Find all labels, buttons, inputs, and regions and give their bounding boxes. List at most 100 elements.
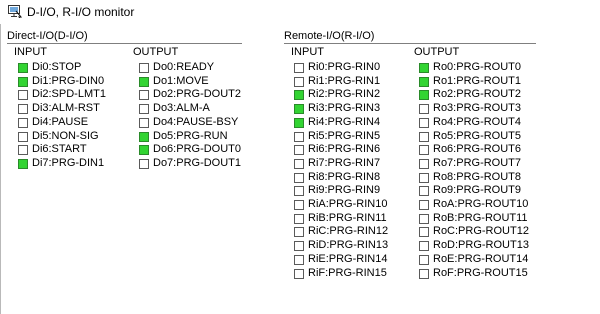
- remote-input-label: Ri8:PRG-RIN8: [308, 170, 381, 183]
- direct-output-indicator: [139, 131, 149, 142]
- title-bar: D-I/O, R-I/O monitor: [0, 0, 600, 24]
- remote-input-label: Ri5:PRG-RIN5: [308, 129, 381, 142]
- remote-output-label: Ro9:PRG-ROUT9: [433, 184, 522, 197]
- remote-input-label: Ri1:PRG-RIN1: [308, 74, 381, 87]
- remote-output-label: RoA:PRG-ROUT10: [433, 198, 529, 210]
- remote-output-indicator: [419, 241, 429, 252]
- remote-output-label: RoF:PRG-ROUT15: [433, 266, 528, 279]
- direct-output-indicator: [139, 90, 149, 101]
- remote-input-indicator: [294, 158, 304, 169]
- remote-output-indicator: [419, 63, 429, 73]
- remote-output-label: Ro8:PRG-ROUT8: [433, 170, 522, 183]
- direct-input-indicator: [18, 117, 28, 128]
- remote-input-label: Ri2:PRG-RIN2: [308, 88, 381, 101]
- remote-input-label: RiD:PRG-RIN13: [308, 239, 389, 252]
- remote-output-indicator: [419, 172, 429, 183]
- direct-output-label: Do0:READY: [153, 61, 215, 73]
- remote-input-label: RiE:PRG-RIN14: [308, 252, 388, 265]
- remote-output-label: Ro2:PRG-ROUT2: [433, 88, 522, 101]
- remote-input-indicator: [294, 254, 304, 265]
- remote-input-indicator: [294, 90, 304, 101]
- remote-output-indicator: [419, 186, 429, 197]
- direct-input-indicator: [18, 63, 28, 73]
- remote-output-indicator: [419, 268, 429, 279]
- remote-input-label: Ri4:PRG-RIN4: [308, 115, 381, 128]
- remote-input-label: Ri0:PRG-RIN0: [308, 61, 381, 73]
- direct-input-label: Di4:PAUSE: [32, 115, 89, 128]
- remote-output-indicator: [419, 158, 429, 169]
- direct-io-divider: [7, 43, 242, 44]
- remote-input-indicator: [294, 186, 304, 197]
- direct-input-label: Di5:NON-SIG: [32, 129, 99, 142]
- direct-output-label: Do4:PAUSE-BSY: [153, 115, 239, 128]
- direct-input-label: Di0:STOP: [32, 61, 82, 73]
- remote-input-indicator: [294, 131, 304, 142]
- remote-output-indicator: [419, 90, 429, 101]
- direct-input-indicator: [18, 104, 28, 115]
- remote-input-label: RiA:PRG-RIN10: [308, 198, 388, 210]
- remote-output-label: Ro7:PRG-ROUT7: [433, 156, 522, 169]
- remote-output-indicator: [419, 200, 429, 210]
- direct-input-indicator: [18, 90, 28, 101]
- direct-output-indicator: [139, 104, 149, 115]
- remote-input-label: RiC:PRG-RIN12: [308, 225, 389, 238]
- remote-output-label: Ro1:PRG-ROUT1: [433, 74, 522, 87]
- remote-input-indicator: [294, 145, 304, 156]
- remote-output-label: RoC:PRG-ROUT12: [433, 225, 529, 238]
- remote-input-label: Ri9:PRG-RIN9: [308, 184, 381, 197]
- remote-input-indicator: [294, 63, 304, 73]
- remote-output-label: RoE:PRG-ROUT14: [433, 252, 529, 265]
- direct-input-indicator: [18, 158, 28, 169]
- direct-output-label: Do5:PRG-RUN: [153, 129, 228, 142]
- remote-input-indicator: [294, 227, 304, 238]
- remote-input-label: Ri6:PRG-RIN6: [308, 143, 381, 156]
- remote-output-label: Ro3:PRG-ROUT3: [433, 102, 522, 115]
- direct-output-indicator: [139, 145, 149, 156]
- remote-output-indicator: [419, 76, 429, 87]
- remote-input-indicator: [294, 76, 304, 87]
- remote-input-indicator: [294, 213, 304, 224]
- remote-output-indicator: [419, 117, 429, 128]
- direct-input-label: Di6:START: [32, 143, 87, 156]
- remote-output-header: OUTPUT: [414, 46, 460, 58]
- remote-output-label: Ro5:PRG-ROUT5: [433, 129, 522, 142]
- direct-output-label: Do1:MOVE: [153, 74, 209, 87]
- remote-input-header: INPUT: [291, 46, 324, 58]
- remote-output-label: RoB:PRG-ROUT11: [433, 211, 528, 224]
- direct-output-label: Do3:ALM-A: [153, 102, 210, 115]
- remote-input-indicator: [294, 268, 304, 279]
- remote-input-label: RiB:PRG-RIN11: [308, 211, 387, 224]
- window-title: D-I/O, R-I/O monitor: [27, 5, 135, 19]
- remote-input-label: RiF:PRG-RIN15: [308, 266, 387, 279]
- monitor-icon: [8, 5, 22, 18]
- direct-output-indicator: [139, 63, 149, 73]
- remote-output-indicator: [419, 254, 429, 265]
- direct-output-label: Do6:PRG-DOUT0: [153, 143, 242, 156]
- direct-output-label: Do2:PRG-DOUT2: [153, 88, 242, 101]
- remote-input-indicator: [294, 200, 304, 210]
- remote-output-indicator: [419, 227, 429, 238]
- remote-output-label: Ro0:PRG-ROUT0: [433, 61, 522, 73]
- direct-io-group-title: Direct-I/O(D-I/O): [7, 30, 88, 42]
- direct-input-label: Di1:PRG-DIN0: [32, 74, 105, 87]
- direct-input-indicator: [18, 145, 28, 156]
- direct-input-label: Di7:PRG-DIN1: [32, 156, 105, 169]
- direct-output-indicator: [139, 117, 149, 128]
- remote-output-indicator: [419, 131, 429, 142]
- remote-output-label: RoD:PRG-ROUT13: [433, 239, 529, 252]
- window-left-border: [0, 24, 1, 314]
- direct-input-header: INPUT: [14, 46, 47, 58]
- remote-input-indicator: [294, 117, 304, 128]
- direct-input-indicator: [18, 76, 28, 87]
- remote-output-label: Ro4:PRG-ROUT4: [433, 115, 522, 128]
- remote-input-indicator: [294, 104, 304, 115]
- remote-input-indicator: [294, 172, 304, 183]
- remote-input-label: Ri3:PRG-RIN3: [308, 102, 381, 115]
- remote-io-divider: [284, 43, 536, 44]
- direct-input-indicator: [18, 131, 28, 142]
- direct-output-indicator: [139, 158, 149, 169]
- remote-output-indicator: [419, 104, 429, 115]
- direct-input-label: Di2:SPD-LMT1: [32, 88, 106, 101]
- remote-output-indicator: [419, 213, 429, 224]
- remote-input-label: Ri7:PRG-RIN7: [308, 156, 381, 169]
